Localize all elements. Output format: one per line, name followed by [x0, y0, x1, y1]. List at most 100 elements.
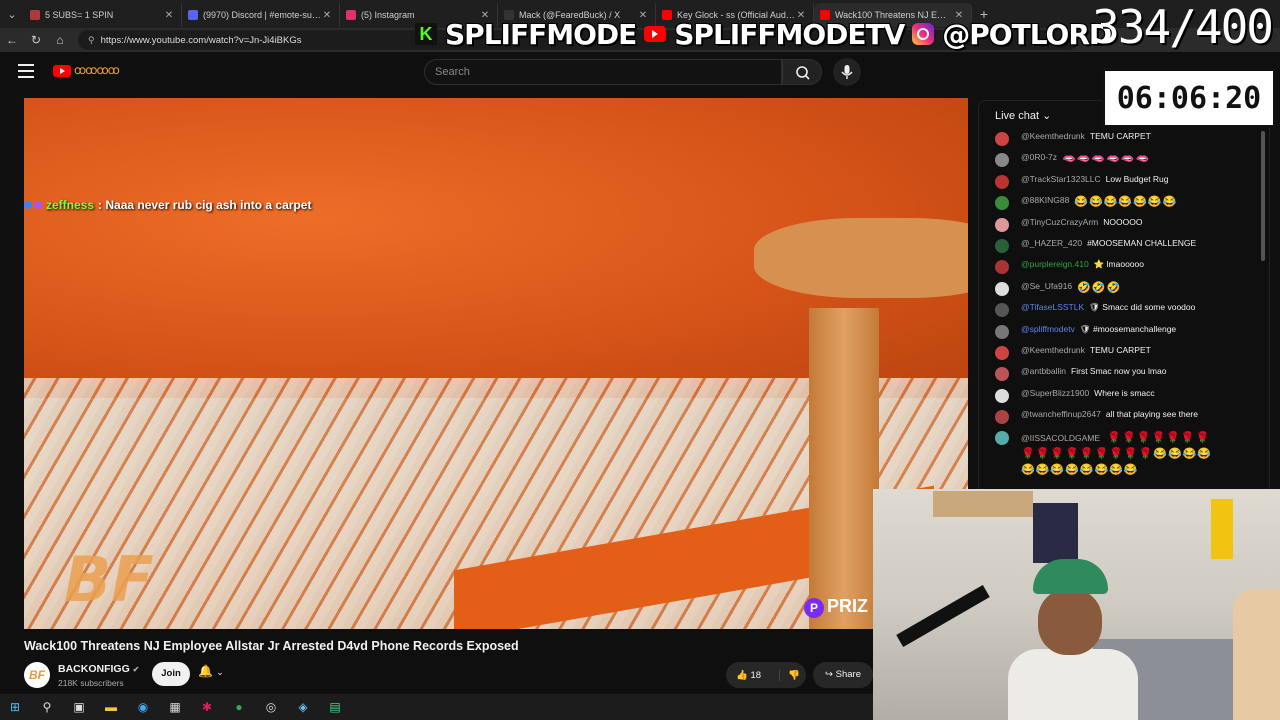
back-icon[interactable]: ←: [0, 33, 24, 47]
task-view-icon[interactable]: ▣: [70, 698, 88, 716]
user-avatar[interactable]: [995, 153, 1009, 168]
search-button[interactable]: [782, 59, 822, 85]
chat-text: 🛡 Smacc did some voodoo: [1089, 302, 1196, 313]
chat-username-member[interactable]: @purplereign.410: [1021, 259, 1089, 269]
user-avatar[interactable]: [995, 324, 1009, 339]
user-avatar[interactable]: [995, 132, 1009, 146]
webcam-second-person: [1233, 589, 1280, 720]
chat-text: ⭐ lmaooooo: [1093, 259, 1144, 270]
site-info-icon[interactable]: ⚲: [88, 35, 95, 46]
chat-text: NOOOOO: [1103, 216, 1143, 227]
chat-username[interactable]: @twancheffinup2647: [1021, 409, 1101, 419]
tab-title: 5 SUBS= 1 SPIN: [45, 10, 114, 20]
chat-username[interactable]: @_HAZER_420: [1021, 238, 1082, 248]
like-button[interactable]: 👍 18: [726, 669, 780, 681]
windows-start-icon[interactable]: ⊞: [6, 698, 24, 716]
reload-icon[interactable]: ↻: [24, 33, 48, 47]
share-label: Share: [835, 669, 861, 680]
chat-message: @88KING88 😂😂😂😂😂😂😂: [979, 195, 1249, 216]
user-avatar[interactable]: [995, 260, 1009, 275]
user-avatar[interactable]: [995, 388, 1009, 403]
chat-username-moderator[interactable]: @spliffmodetv: [1021, 324, 1075, 334]
chat-message: @TifaseLSSTLK 🛡 Smacc did some voodoo: [979, 302, 1249, 323]
edge-icon[interactable]: ◉: [134, 698, 152, 716]
stream-timer: 06:06:20: [1102, 68, 1276, 128]
user-avatar[interactable]: [995, 174, 1009, 189]
screen: ⌄ 5 SUBS= 1 SPIN ✕ (9970) Discord | #emot…: [0, 0, 1280, 720]
streamer-shirt: [1008, 649, 1138, 720]
chat-username[interactable]: @IISSACOLDGAME: [1021, 433, 1100, 443]
user-avatar[interactable]: [995, 345, 1009, 360]
youtube-doodle[interactable]: ꝏꝏꝏꝏ: [74, 63, 120, 77]
chat-username[interactable]: @Keemthedrunk: [1021, 131, 1085, 141]
obs-icon[interactable]: ◎: [262, 698, 280, 716]
user-avatar[interactable]: [995, 431, 1009, 446]
share-icon: ↪: [825, 669, 833, 680]
voice-search-button[interactable]: [833, 58, 861, 86]
dislike-button[interactable]: 👎: [780, 670, 800, 681]
chat-text: 🛡 #moosemanchallenge: [1079, 323, 1177, 334]
browser-tab[interactable]: (9970) Discord | #emote-submission✕: [182, 3, 340, 27]
user-avatar[interactable]: [995, 367, 1009, 382]
video-player[interactable]: BF PRIZ zeffness : Naaa never rub cig as…: [24, 98, 968, 629]
microphone-icon: [841, 65, 853, 79]
kick-handle: SPLIFFMODE: [445, 17, 637, 51]
file-explorer-icon[interactable]: ▬: [102, 698, 120, 716]
thumbs-up-icon: 👍: [736, 669, 748, 681]
user-avatar[interactable]: [995, 303, 1009, 318]
tab-list-icon[interactable]: ⌄: [0, 0, 24, 28]
stream-chat-overlay: zeffness : Naaa never rub cig ash into a…: [24, 198, 311, 212]
user-avatar[interactable]: [995, 217, 1009, 232]
youtube-logo-icon: [644, 26, 667, 42]
thumbs-down-icon: 👎: [788, 669, 800, 681]
chrome-icon[interactable]: ●: [230, 698, 248, 716]
url-text: https://www.youtube.com/watch?v=Jn-Ji4iB…: [100, 34, 302, 46]
video-frame-table: [754, 218, 968, 298]
chat-scrollbar[interactable]: [1261, 131, 1265, 261]
chevron-down-icon: ⌄: [1042, 110, 1052, 122]
chat-text: #MOOSEMAN CHALLENGE: [1087, 237, 1197, 248]
channel-avatar[interactable]: BF: [24, 662, 50, 688]
chat-message: @_HAZER_420 #MOOSEMAN CHALLENGE: [979, 238, 1249, 259]
user-avatar[interactable]: [995, 238, 1009, 253]
webcam-flag: [1211, 499, 1233, 559]
steam-icon[interactable]: ◈: [294, 698, 312, 716]
browser-tab[interactable]: 5 SUBS= 1 SPIN ✕: [24, 3, 182, 27]
chat-username[interactable]: @88KING88: [1021, 195, 1069, 205]
user-avatar[interactable]: [995, 410, 1009, 425]
youtube-logo-icon[interactable]: [53, 65, 71, 77]
chat-username[interactable]: @Se_Ufa916: [1021, 281, 1072, 291]
close-tab-icon[interactable]: ✕: [321, 10, 333, 21]
app-icon[interactable]: ▤: [326, 698, 344, 716]
live-chat-panel: Live chat ⌄ @Keemthedrunk TEMU CARPET @0R…: [978, 100, 1270, 490]
slack-icon[interactable]: ✱: [198, 698, 216, 716]
chat-username[interactable]: @0R0-7z: [1021, 152, 1057, 162]
menu-icon[interactable]: [18, 64, 34, 78]
close-tab-icon[interactable]: ✕: [163, 10, 175, 21]
join-button[interactable]: Join: [152, 662, 190, 686]
chat-username-moderator[interactable]: @TifaseLSSTLK: [1021, 302, 1084, 312]
tab-favicon-icon: [30, 10, 40, 20]
home-icon[interactable]: ⌂: [48, 33, 72, 47]
chat-username[interactable]: @TinyCuzCrazyArm: [1021, 217, 1098, 227]
share-button[interactable]: ↪ Share: [813, 662, 873, 688]
chat-message: @Keemthedrunk TEMU CARPET: [979, 345, 1249, 366]
live-chat-dropdown[interactable]: Live chat ⌄: [995, 109, 1051, 122]
chat-username[interactable]: @TrackStar1323LLC: [1021, 174, 1101, 184]
subathon-counter: 334/400: [1092, 0, 1274, 54]
user-avatar[interactable]: [995, 196, 1009, 211]
notification-bell-button[interactable]: 🔔 ⌄: [198, 664, 242, 686]
user-avatar[interactable]: [995, 281, 1009, 296]
video-title: Wack100 Threatens NJ Employee Allstar Jr…: [24, 639, 519, 653]
channel-name[interactable]: BACKONFIGG ✔: [58, 663, 139, 675]
search-icon[interactable]: ⚲: [38, 698, 56, 716]
calendar-icon[interactable]: ▦: [166, 698, 184, 716]
tab-favicon-icon: [188, 10, 198, 20]
search-input[interactable]: Search: [424, 59, 782, 85]
chat-text: 😂😂😂😂😂😂😂: [1074, 196, 1178, 209]
youtube-handle: SPLIFFMODETV: [674, 17, 905, 51]
chat-username[interactable]: @antbballin: [1021, 366, 1066, 376]
video-frame-table-leg: [809, 308, 879, 629]
chat-username[interactable]: @Keemthedrunk: [1021, 345, 1085, 355]
chat-username[interactable]: @SuperBlizz1900: [1021, 388, 1089, 398]
